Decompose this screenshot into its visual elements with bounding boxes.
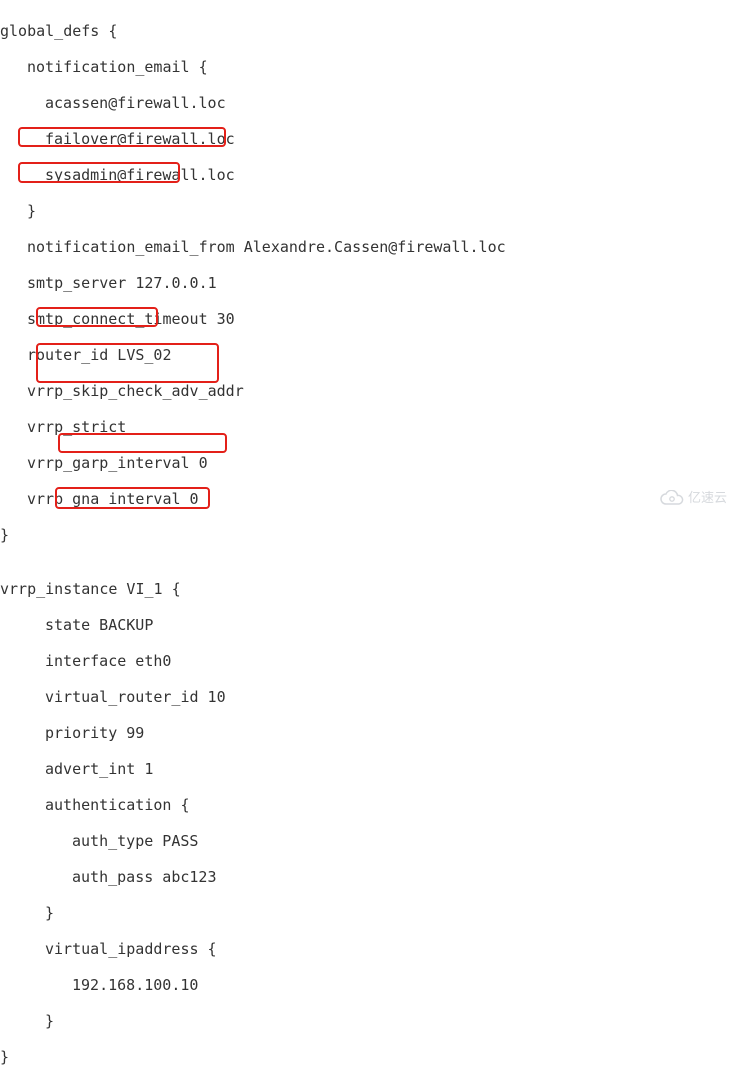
line-auth-pass: auth_pass abc123 <box>0 868 506 886</box>
line-smtp-server: smtp_server 127.0.0.1 <box>0 274 506 292</box>
line-vip-close: } <box>0 1012 506 1030</box>
line-vrrp-skip: vrrp_skip_check_adv_addr <box>0 382 506 400</box>
cloud-icon <box>660 454 684 542</box>
line-vrrp-gna: vrrp_gna_interval 0 <box>0 490 506 508</box>
line-vrrp-garp: vrrp_garp_interval 0 <box>0 454 506 472</box>
line-notif-from: notification_email_from Alexandre.Cassen… <box>0 238 506 256</box>
line-global-defs: global_defs { <box>0 22 506 40</box>
line-advert: advert_int 1 <box>0 760 506 778</box>
line-router-id: router_id LVS_02 <box>0 346 506 364</box>
line-notif-email-open: notification_email { <box>0 58 506 76</box>
line-interface: interface eth0 <box>0 652 506 670</box>
line-email-0: acassen@firewall.loc <box>0 94 506 112</box>
line-vrid: virtual_router_id 10 <box>0 688 506 706</box>
watermark: 亿速云 <box>660 454 727 542</box>
line-global-close: } <box>0 526 506 544</box>
line-auth-type: auth_type PASS <box>0 832 506 850</box>
line-auth-close: } <box>0 904 506 922</box>
line-vrrp-inst-open: vrrp_instance VI_1 { <box>0 580 506 598</box>
line-vrrp-close: } <box>0 1048 506 1066</box>
line-priority: priority 99 <box>0 724 506 742</box>
line-vip-open: virtual_ipaddress { <box>0 940 506 958</box>
line-smtp-timeout: smtp_connect_timeout 30 <box>0 310 506 328</box>
line-vip: 192.168.100.10 <box>0 976 506 994</box>
watermark-label: 亿速云 <box>688 489 727 507</box>
line-vrrp-strict: vrrp_strict <box>0 418 506 436</box>
line-email-2: sysadmin@firewall.loc <box>0 166 506 184</box>
line-state: state BACKUP <box>0 616 506 634</box>
line-auth-open: authentication { <box>0 796 506 814</box>
config-text: global_defs { notification_email { acass… <box>0 4 506 1084</box>
line-notif-email-close: } <box>0 202 506 220</box>
line-email-1: failover@firewall.loc <box>0 130 506 148</box>
